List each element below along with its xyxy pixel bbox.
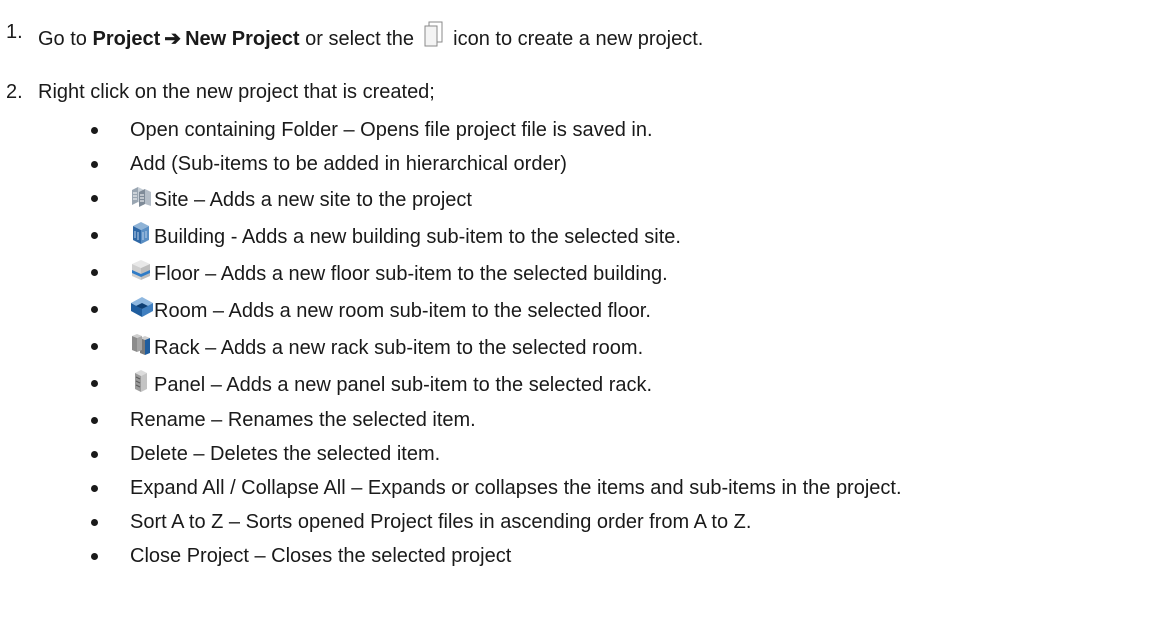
bullet-icon: [91, 343, 98, 350]
list-item: Expand All / Collapse All – Expands or c…: [0, 471, 1168, 505]
bullet-icon: [91, 553, 98, 560]
list-item: Floor – Adds a new floor sub-item to the…: [0, 255, 1168, 292]
item-text: Expand All / Collapse All – Expands or c…: [130, 477, 902, 499]
arrow-icon: ➔: [164, 28, 182, 50]
bullet-icon: [91, 417, 98, 424]
room-icon: [130, 295, 153, 319]
item-text: Room – Adds a new room sub-item to the s…: [154, 299, 651, 322]
bullet-icon: [91, 269, 98, 276]
list-item: Add (Sub-items to be added in hierarchic…: [0, 147, 1168, 181]
item-text: Floor – Adds a new floor sub-item to the…: [154, 262, 668, 285]
item-text: Add (Sub-items to be added in hierarchic…: [130, 153, 567, 175]
list-item: Open containing Folder – Opens file proj…: [0, 113, 1168, 147]
site-icon: [130, 184, 152, 208]
step-1-prefix: Go to: [38, 28, 93, 50]
item-text: Building - Adds a new building sub-item …: [154, 225, 681, 248]
bullet-icon: [91, 195, 98, 202]
step-1-suffix: icon to create a new project.: [447, 28, 704, 50]
floor-icon: [130, 258, 152, 282]
bullet-icon: [91, 451, 98, 458]
step-text: Right click on the new project that is c…: [38, 81, 435, 103]
list-item: Sort A to Z – Sorts opened Project files…: [0, 505, 1168, 539]
bullet-icon: [91, 380, 98, 387]
list-item: Rename – Renames the selected item.: [0, 403, 1168, 437]
bullet-icon: [91, 127, 98, 134]
item-text: Close Project – Closes the selected proj…: [130, 545, 512, 567]
step-text: Go to Project ➔ New Project or select the …: [38, 21, 703, 53]
new-project-icon: [422, 21, 444, 53]
list-item: Building - Adds a new building sub-item …: [0, 218, 1168, 255]
panel-icon: [130, 369, 152, 393]
bullet-icon: [91, 161, 98, 168]
bullet-icon: [91, 485, 98, 492]
step-number: 2.: [6, 81, 23, 103]
item-text: Site – Adds a new site to the project: [154, 188, 472, 211]
item-text: Rename – Renames the selected item.: [130, 409, 476, 431]
bullet-icon: [91, 306, 98, 313]
context-menu-options-list: Open containing Folder – Opens file proj…: [0, 113, 1168, 573]
step-1-middle: or select the: [299, 28, 420, 50]
menu-path-project: Project: [92, 28, 161, 50]
item-text: Rack – Adds a new rack sub-item to the s…: [154, 336, 644, 359]
item-text: Open containing Folder – Opens file proj…: [130, 119, 653, 141]
item-text: Delete – Deletes the selected item.: [130, 443, 441, 465]
item-text: Panel – Adds a new panel sub-item to the…: [154, 373, 653, 396]
item-text: Sort A to Z – Sorts opened Project files…: [130, 511, 752, 533]
bullet-icon: [91, 232, 98, 239]
list-item: Rack – Adds a new rack sub-item to the s…: [0, 329, 1168, 366]
step-number: 1.: [6, 21, 23, 43]
bullet-icon: [91, 519, 98, 526]
list-item: Site – Adds a new site to the project: [0, 181, 1168, 218]
list-item: Delete – Deletes the selected item.: [0, 437, 1168, 471]
list-item: Close Project – Closes the selected proj…: [0, 539, 1168, 573]
document: 1. Go to Project ➔ New Project or select t…: [0, 0, 1168, 640]
list-item: Panel – Adds a new panel sub-item to the…: [0, 366, 1168, 403]
rack-icon: [130, 332, 152, 356]
building-icon: [130, 221, 152, 245]
menu-path-new-project: New Project: [185, 28, 300, 50]
list-item: Room – Adds a new room sub-item to the s…: [0, 292, 1168, 329]
